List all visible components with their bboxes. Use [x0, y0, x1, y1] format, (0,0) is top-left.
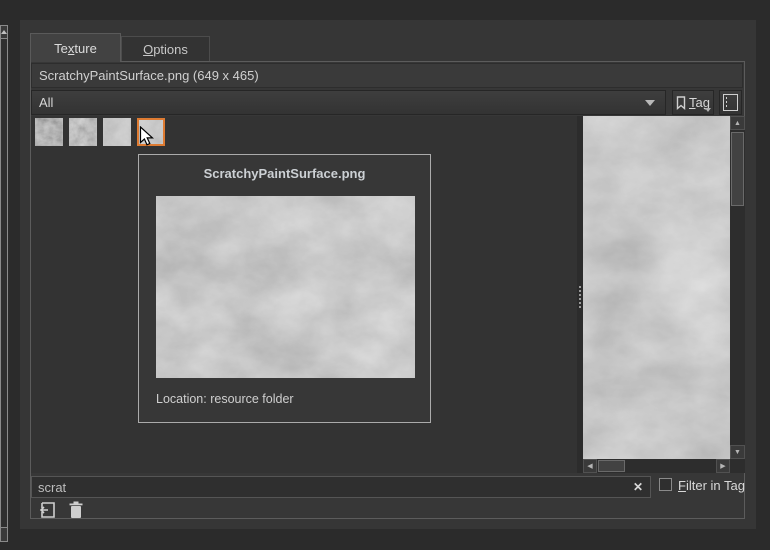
display-settings-icon — [723, 94, 738, 111]
tab-options-label: Options — [143, 42, 188, 57]
current-resource-text: ScratchyPaintSurface.png (649 x 465) — [39, 68, 259, 83]
vertical-scroll-thumb[interactable] — [731, 132, 744, 206]
chevron-down-icon — [645, 100, 655, 106]
tab-texture[interactable]: Texture — [30, 33, 121, 62]
delete-resource-button[interactable] — [66, 500, 86, 519]
preview-horizontal-scrollbar[interactable]: ◀ ▶ — [583, 459, 730, 473]
current-resource-label: ScratchyPaintSurface.png (649 x 465) — [31, 63, 743, 88]
tag-filter-combobox[interactable]: All — [31, 90, 666, 115]
scroll-down-icon: ▼ — [734, 449, 741, 456]
tab-options[interactable]: Options — [121, 36, 210, 61]
tooltip-location-text: Location: resource folder — [156, 392, 294, 406]
tab-texture-label: Texture — [54, 41, 97, 56]
left-edge-scroll-up-button[interactable] — [0, 25, 8, 39]
texture-thumbnail-3[interactable] — [103, 118, 131, 146]
filter-in-tag-label[interactable]: Filter in Tag — [678, 478, 745, 493]
left-edge-scroll-down-button[interactable] — [0, 527, 8, 542]
horizontal-scroll-thumb[interactable] — [598, 460, 625, 472]
trash-icon — [68, 501, 84, 519]
tag-dropdown-arrow-icon — [705, 108, 711, 112]
texture-thumbnail-2[interactable] — [69, 118, 97, 146]
texture-preview-pane: ▲ ▼ ◀ ▶ — [583, 116, 745, 473]
scroll-right-icon: ▶ — [720, 463, 725, 470]
texture-thumbnail-1[interactable] — [35, 118, 63, 146]
tooltip-title: ScratchyPaintSurface.png — [139, 166, 430, 181]
scroll-right-button[interactable]: ▶ — [716, 459, 730, 473]
filter-in-tag-checkbox[interactable] — [659, 478, 672, 491]
display-settings-button[interactable] — [719, 90, 742, 115]
resource-search-field[interactable]: ✕ — [31, 476, 651, 498]
bookmark-icon — [676, 96, 686, 110]
tag-button[interactable]: Tag — [672, 90, 714, 115]
scroll-down-button[interactable]: ▼ — [730, 445, 745, 459]
mouse-cursor — [139, 126, 154, 150]
clear-search-icon[interactable]: ✕ — [630, 479, 646, 495]
scroll-up-icon — [1, 30, 7, 34]
texture-preview-image[interactable] — [583, 116, 730, 459]
scroll-left-icon: ◀ — [587, 463, 592, 470]
arrow-cursor-icon — [139, 126, 154, 147]
tooltip-preview-image — [156, 196, 415, 378]
scroll-up-icon: ▲ — [734, 120, 741, 127]
scroll-left-button[interactable]: ◀ — [583, 459, 597, 473]
search-input[interactable] — [32, 477, 650, 497]
krita-texture-docker: { "tabs": { "texture": { "pre": "Te", "m… — [0, 0, 770, 550]
preview-vertical-scrollbar[interactable]: ▲ ▼ — [730, 116, 745, 459]
import-resource-button[interactable] — [37, 500, 57, 519]
splitter-handle-dots — [579, 286, 581, 308]
scroll-up-button[interactable]: ▲ — [730, 116, 745, 130]
left-edge-scrollbar-fragment[interactable] — [0, 25, 8, 530]
import-resource-icon — [38, 501, 57, 519]
resource-tooltip: ScratchyPaintSurface.png Location: resou… — [138, 154, 431, 423]
tag-filter-value: All — [39, 95, 53, 110]
